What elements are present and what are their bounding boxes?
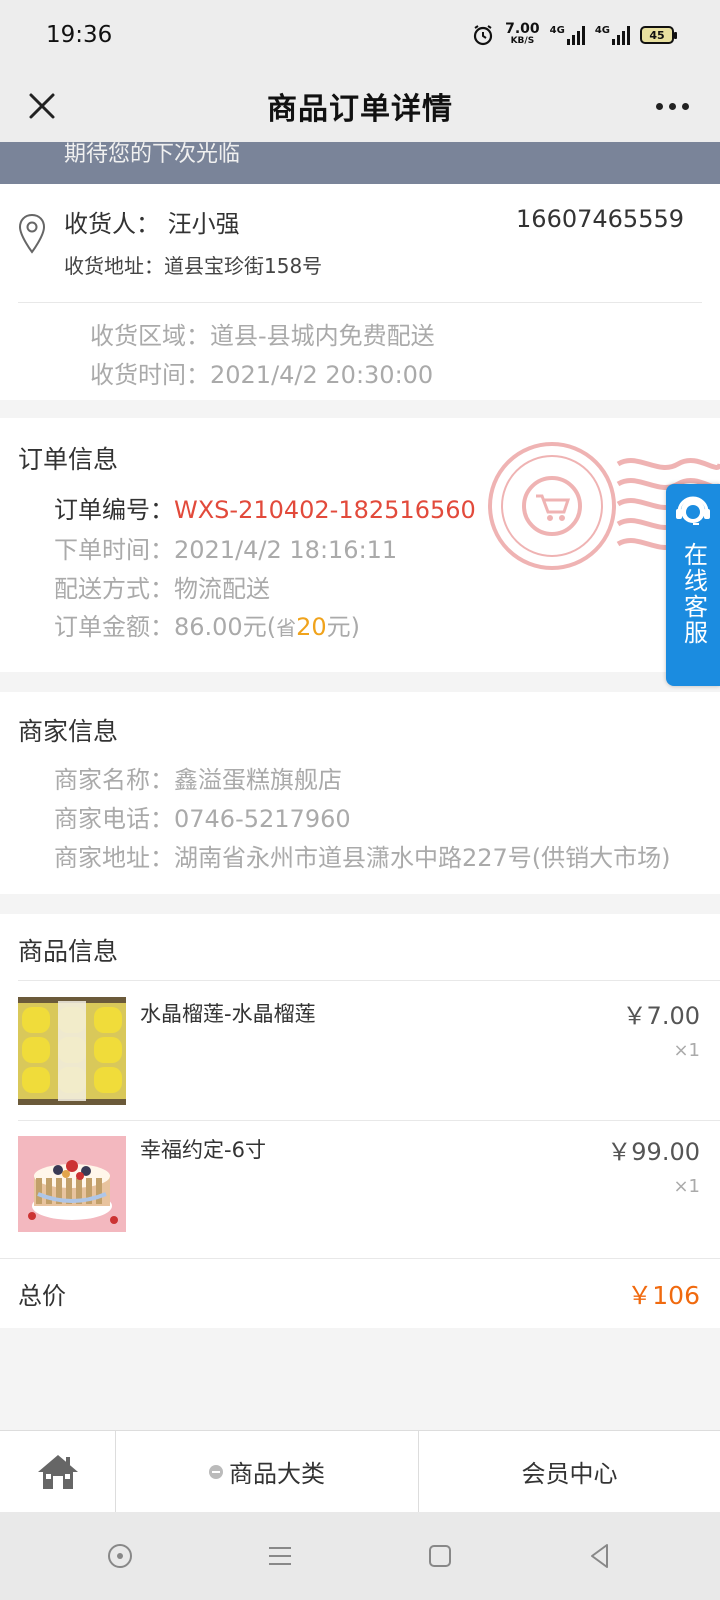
order-amount-prefix: 订单金额：86.00元( [54,613,277,641]
banner-text: 期待您的下次光临 [64,142,241,167]
online-service-label: 在线客服 [679,542,708,646]
order-delivery-method: 配送方式：物流配送 [54,575,270,603]
tab-home[interactable] [0,1431,116,1512]
tab-member-center[interactable]: 会员中心 [419,1431,720,1512]
delivery-area: 收货区域：道县-县城内免费配送 [90,322,435,350]
net-speed-value: 7.00 [505,21,540,37]
merchant-info-title: 商家信息 [18,717,119,746]
receiver-phone: 16607465559 [516,205,684,233]
net-speed-unit: KB/S [510,36,535,46]
total-value: ￥106 [627,1281,700,1310]
status-bar: 19:36 7.00 KB/S 4G 4G 45 [0,0,720,70]
alarm-icon [474,25,493,46]
order-info-title: 订单信息 [18,445,119,474]
nav-bar: 商品订单详情 [0,70,720,142]
signal-1-label: 4G [549,25,565,36]
goods-price: ￥99.00 [607,1138,700,1166]
signal-1-icon: 4G [550,25,585,45]
signal-2-icon: 4G [595,25,630,45]
tab-product-categories[interactable]: 商品大类 [116,1431,419,1512]
order-amount: 订单金额：86.00元(省20元) [54,607,360,642]
goods-name[interactable]: 幸福约定-6寸 [140,1134,266,1164]
headset-icon [676,496,710,525]
merchant-name: 商家名称：鑫溢蛋糕旗舰店 [54,766,342,794]
system-nav-bar [0,1512,720,1600]
menu-dot-icon [209,1464,223,1479]
receiver-name: 收货人： 汪小强 [64,210,240,238]
order-number-label: 订单编号： [54,496,174,524]
merchant-phone[interactable]: 商家电话：0746-5217960 [54,799,351,834]
goods-info-section [0,914,720,1328]
more-menu-icon[interactable] [650,90,694,122]
location-pin-icon [18,213,46,254]
home-square-icon[interactable] [425,1541,455,1571]
assistant-icon[interactable] [105,1541,135,1571]
merchant-address: 商家地址：湖南省永州市道县潇水中路227号(供销大市场) [54,844,671,872]
status-icons: 7.00 KB/S 4G 4G 45 [471,21,677,47]
goods-name[interactable]: 水晶榴莲-水晶榴莲 [140,998,316,1028]
durian-product-image[interactable] [18,997,126,1105]
signal-2-label: 4G [594,25,610,36]
battery-icon: 45 [640,26,677,44]
tab-member-center-label: 会员中心 [521,1460,618,1488]
order-number-value: WXS-210402-182516560 [174,496,476,524]
home-icon [37,1454,78,1489]
tab-product-categories-label: 商品大类 [229,1460,325,1488]
goods-quantity: ×1 [673,1040,700,1061]
divider [0,1258,720,1259]
divider [18,302,702,303]
total-label: 总价 [18,1282,66,1310]
bottom-tab-bar: 商品大类 会员中心 [0,1430,720,1512]
order-created-time: 下单时间：2021/4/2 18:16:11 [54,536,398,564]
receiver-address: 收货地址：道县宝珍街158号 [64,254,323,278]
net-speed: 7.00 KB/S [505,21,540,47]
order-saved-value: 20 [296,613,327,641]
goods-info-title: 商品信息 [18,937,119,966]
goods-quantity: ×1 [673,1176,700,1197]
page-title: 商品订单详情 [267,92,453,127]
battery-level: 45 [649,28,665,42]
menu-icon[interactable] [265,1541,295,1571]
farewell-banner: 期待您的下次光临 [0,142,720,184]
divider [18,980,720,981]
close-icon[interactable] [20,84,64,128]
order-amount-suffix: 元) [326,613,360,641]
back-icon[interactable] [585,1541,615,1571]
delivery-time: 收货时间：2021/4/2 20:30:00 [90,361,434,389]
status-time: 19:36 [46,22,113,48]
divider [18,1120,720,1121]
goods-price: ￥7.00 [622,1002,700,1030]
online-service-button[interactable]: 在线客服 [666,484,720,686]
order-saved-label: 省 [276,616,297,640]
cake-product-image[interactable] [18,1136,126,1232]
order-number: 订单编号：WXS-210402-182516560 [54,490,476,525]
